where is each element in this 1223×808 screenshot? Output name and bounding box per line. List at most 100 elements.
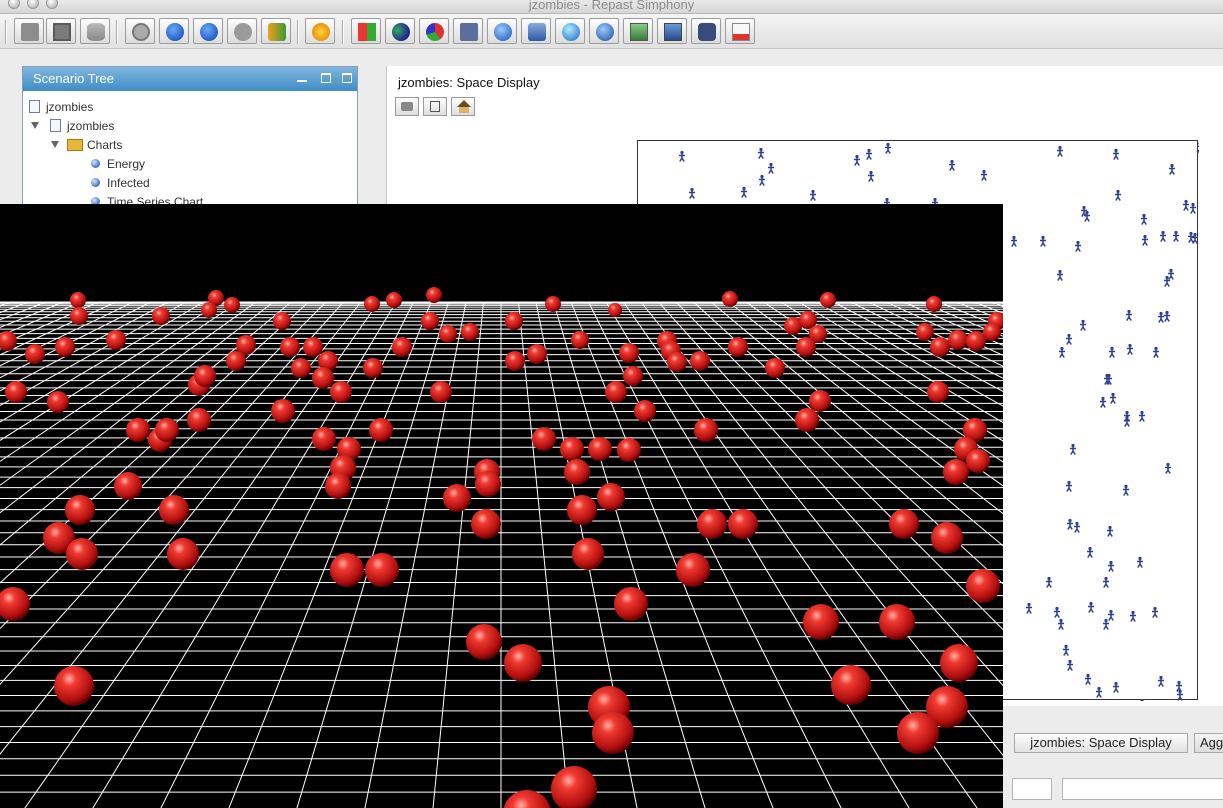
grid-line (955, 301, 1003, 321)
grid-line (518, 301, 570, 808)
agent-human (1169, 163, 1175, 175)
folder-icon (67, 139, 83, 151)
zombie-sphere (65, 495, 95, 525)
image-button[interactable] (623, 18, 653, 44)
agent-human (1084, 210, 1090, 222)
agent-human (1164, 310, 1170, 322)
load-scenario-button[interactable] (14, 18, 44, 44)
agents-button[interactable] (385, 18, 415, 44)
main-toolbar (0, 14, 1223, 49)
zombie-sphere (931, 522, 963, 554)
document-button[interactable] (725, 18, 755, 44)
zombie-sphere (614, 587, 648, 621)
zombie-sphere (106, 330, 126, 350)
agent-human (1100, 396, 1106, 408)
maximize-panel-icon[interactable] (321, 73, 331, 83)
expand-triangle-icon[interactable] (51, 141, 59, 148)
zombie-sphere (280, 337, 300, 357)
expand-triangle-icon[interactable] (31, 122, 39, 129)
zombie-sphere (617, 438, 641, 462)
zombie-sphere (330, 381, 352, 403)
grid-line (658, 301, 1003, 687)
agent-human (1164, 275, 1170, 287)
agent-human (1011, 235, 1017, 247)
zombie-sphere (271, 399, 295, 423)
zombie-sphere (634, 400, 656, 422)
stop-run-icon (234, 23, 252, 41)
agent-human (868, 170, 874, 182)
zombie-sphere (201, 302, 217, 318)
tree-item-jzombies[interactable]: jzombies (29, 117, 329, 135)
grid-line (763, 301, 1003, 463)
grid-line (675, 301, 1003, 631)
window-title-bar: jzombies - Repast Simphony (0, 0, 1223, 14)
zombie-sphere (330, 553, 364, 587)
tree-item-root[interactable]: jzombies (29, 98, 329, 116)
agent-human (1059, 346, 1065, 358)
agent-human (1139, 410, 1145, 422)
grid-line (0, 301, 257, 486)
layout-button[interactable] (423, 97, 447, 116)
database-button[interactable] (80, 18, 110, 44)
home-button[interactable] (451, 97, 475, 116)
world-icon (562, 23, 580, 41)
zombie-sphere (897, 712, 939, 754)
color-palette-button[interactable] (351, 18, 381, 44)
initialize-button[interactable] (125, 18, 155, 44)
scenario-tree-title: Scenario Tree (33, 71, 114, 86)
grid-line (296, 301, 449, 808)
scenario-tree-header: Scenario Tree (23, 67, 357, 91)
agent-human (1085, 673, 1091, 685)
tree-item-infected[interactable]: Infected (29, 174, 329, 192)
zombie-sphere (430, 381, 452, 403)
zombie-sphere (879, 604, 915, 640)
tree-item-charts[interactable]: Charts (29, 136, 329, 154)
grid-button[interactable] (657, 18, 687, 44)
zombie-sphere (889, 509, 919, 539)
tab-agg[interactable]: Agg (1194, 733, 1223, 753)
network-globe-button[interactable] (589, 18, 619, 44)
zombie-sphere (466, 624, 502, 660)
run-options-button[interactable] (305, 18, 335, 44)
zombie-sphere (443, 484, 471, 512)
tree-item-energy[interactable]: Energy (29, 155, 329, 173)
zombie-sphere (571, 331, 589, 349)
zombie-sphere (365, 553, 399, 587)
agent-human (689, 187, 695, 199)
agent-human (1067, 659, 1073, 671)
world-button[interactable] (555, 18, 585, 44)
snapshot-button[interactable] (395, 97, 419, 116)
zombie-sphere (567, 495, 597, 525)
zombie-sphere (619, 343, 639, 363)
magnifier-icon (528, 23, 546, 41)
zombie-sphere (943, 459, 969, 485)
zombie-sphere (765, 358, 785, 378)
globe-icon (494, 23, 512, 41)
power-icon (132, 23, 150, 41)
step-run-button[interactable] (193, 18, 223, 44)
save-scenario-button[interactable] (46, 18, 76, 44)
calculator-button[interactable] (453, 18, 483, 44)
start-run-button[interactable] (159, 18, 189, 44)
grid-line (432, 301, 484, 808)
stop-run-button[interactable] (227, 18, 257, 44)
agent-human (1057, 269, 1063, 281)
minimize-panel-icon[interactable] (297, 80, 307, 82)
agent-human (1026, 602, 1032, 614)
pie-chart-button[interactable] (419, 18, 449, 44)
globe-button[interactable] (487, 18, 517, 44)
movie-button[interactable] (691, 18, 721, 44)
zombie-sphere (325, 473, 351, 499)
zombie-sphere (728, 337, 748, 357)
reset-run-button[interactable] (261, 18, 291, 44)
zombie-sphere (667, 352, 687, 372)
3d-display-view[interactable] (0, 204, 1003, 808)
agent-human (1040, 235, 1046, 247)
agent-human (949, 159, 955, 171)
grid-line (0, 301, 47, 321)
zombie-sphere (605, 381, 627, 403)
restore-panel-icon[interactable] (342, 73, 352, 83)
magnifier-button[interactable] (521, 18, 551, 44)
tab-space-display[interactable]: jzombies: Space Display (1014, 733, 1188, 753)
image-icon (630, 23, 648, 41)
